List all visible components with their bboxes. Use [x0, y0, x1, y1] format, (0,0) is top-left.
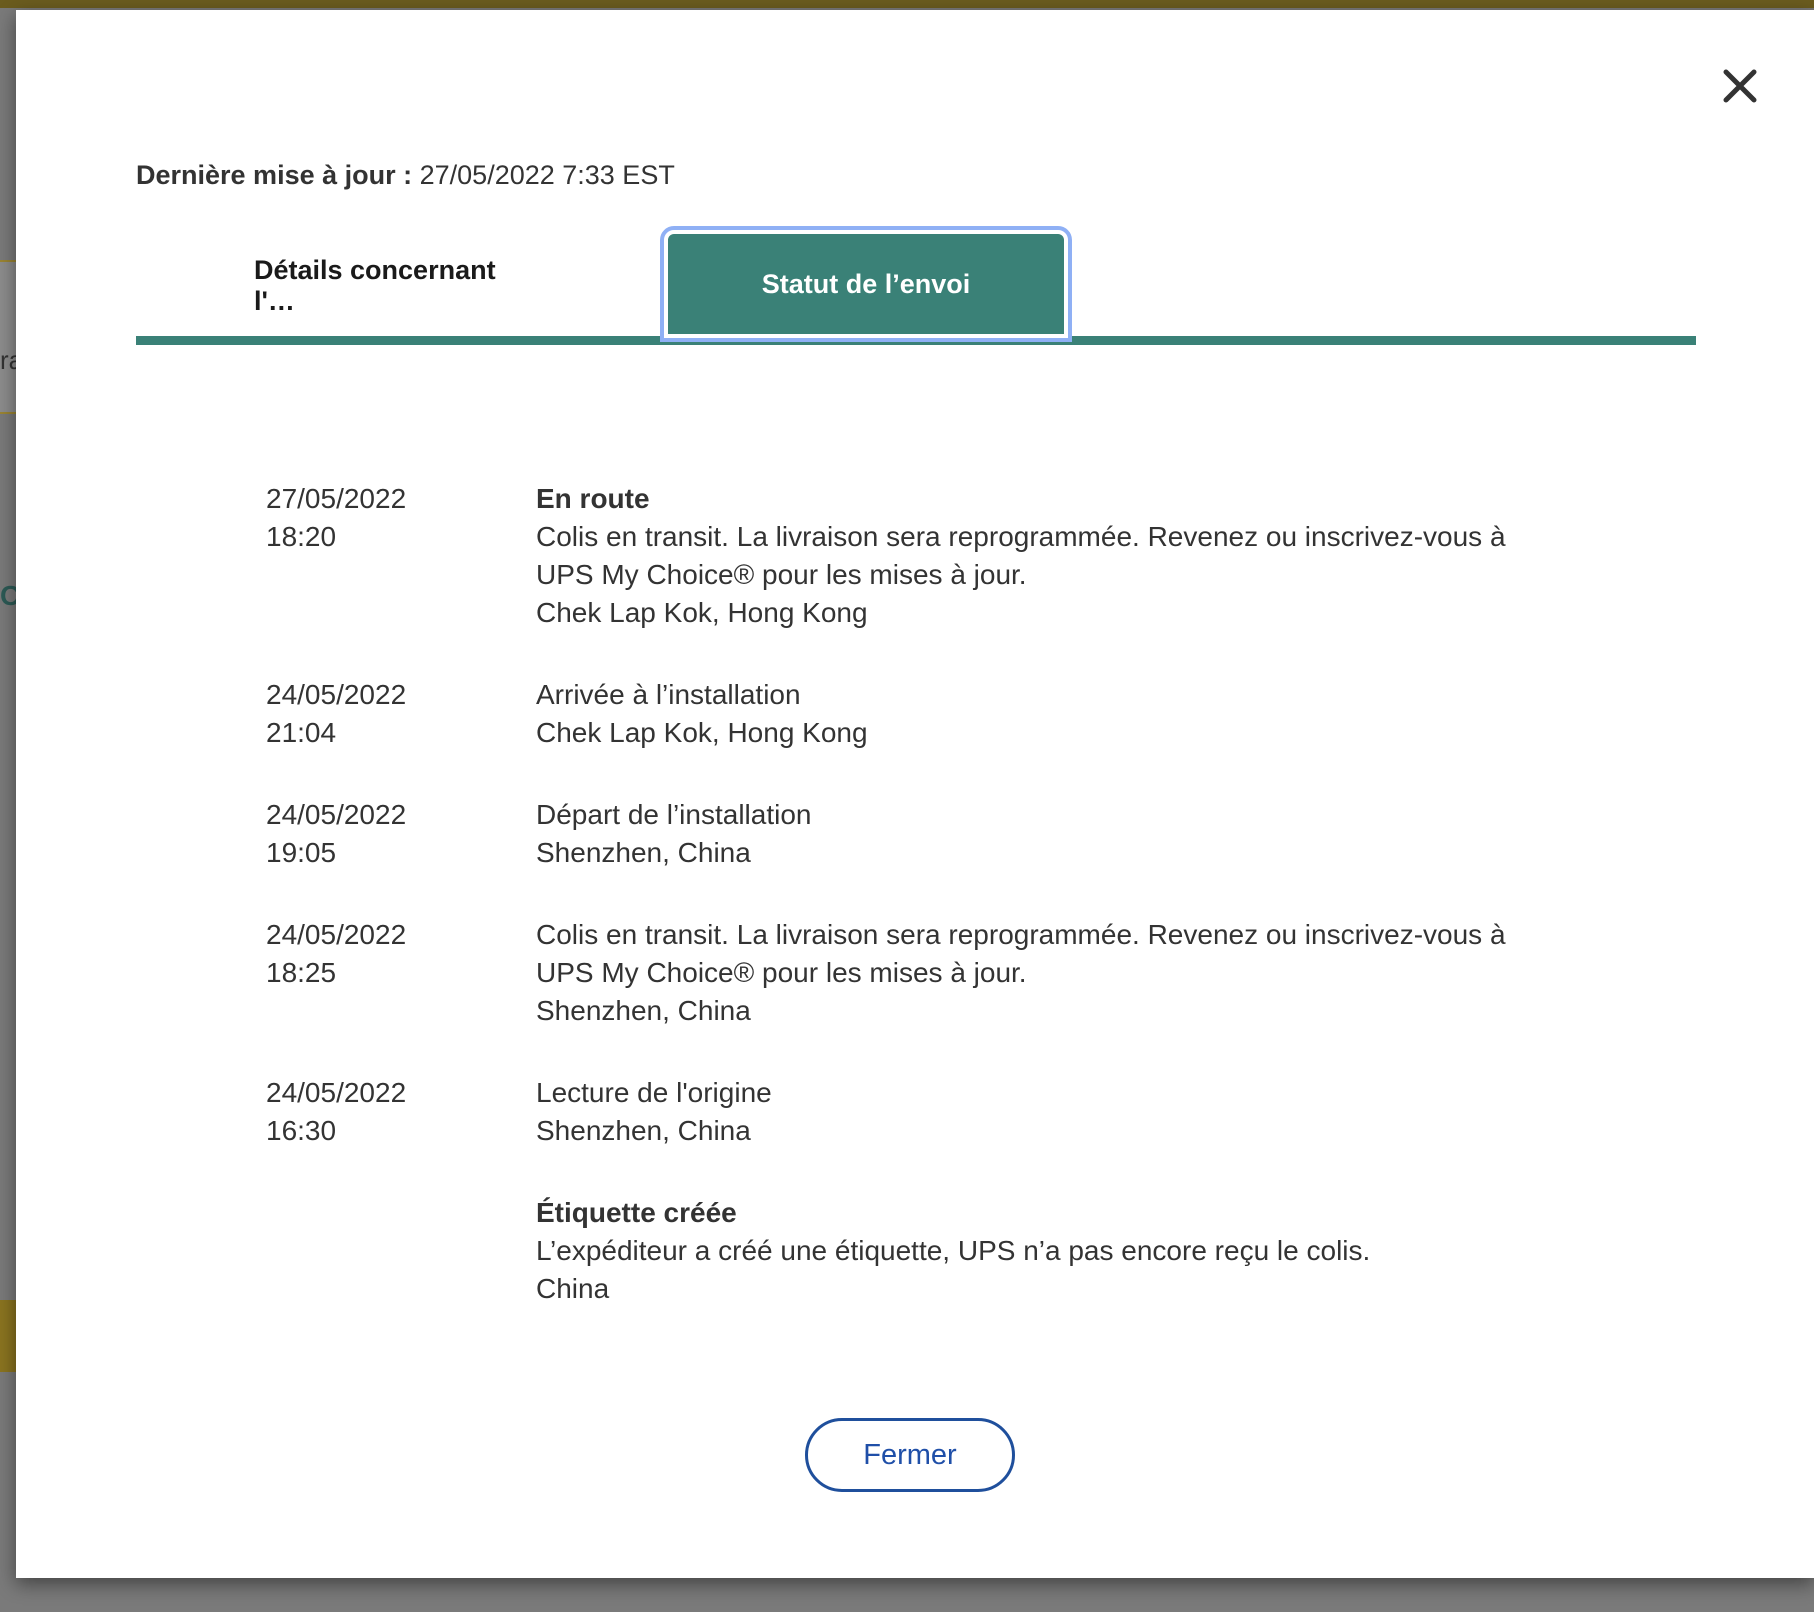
tracking-event: 27/05/2022 18:20 En route Colis en trans… — [266, 480, 1666, 632]
event-location: Shenzhen, China — [536, 995, 751, 1026]
event-details: Lecture de l'origine Shenzhen, China — [536, 1074, 1546, 1150]
tab-bar: Détails concernant l'… Statut de l’envoi — [136, 226, 1696, 348]
event-description: Départ de l’installation — [536, 799, 812, 830]
tracking-event: Étiquette créée L’expéditeur a créé une … — [266, 1194, 1666, 1308]
event-details: Étiquette créée L’expéditeur a créé une … — [536, 1194, 1546, 1308]
close-button[interactable] — [1716, 62, 1764, 110]
event-date: 27/05/2022 — [266, 483, 407, 514]
tracking-events-list: 27/05/2022 18:20 En route Colis en trans… — [266, 480, 1666, 1352]
event-location: Chek Lap Kok, Hong Kong — [536, 717, 868, 748]
last-update-value: 27/05/2022 7:33 EST — [419, 160, 675, 190]
background-header-bar — [0, 0, 1814, 8]
event-details: Départ de l’installation Shenzhen, China — [536, 796, 1546, 872]
event-date: 24/05/2022 — [266, 919, 407, 950]
event-location: China — [536, 1273, 610, 1304]
event-description: Colis en transit. La livraison sera repr… — [536, 919, 1506, 988]
event-details: Arrivée à l’installation Chek Lap Kok, H… — [536, 676, 1546, 752]
tracking-event: 24/05/2022 18:25 Colis en transit. La li… — [266, 916, 1666, 1030]
event-datetime — [266, 1194, 536, 1308]
tab-shipment-status[interactable]: Statut de l’envoi — [660, 226, 1072, 342]
event-time: 19:05 — [266, 837, 337, 868]
event-datetime: 27/05/2022 18:20 — [266, 480, 536, 632]
event-date: 24/05/2022 — [266, 799, 407, 830]
event-datetime: 24/05/2022 18:25 — [266, 916, 536, 1030]
tab-label: Détails concernant l'… — [254, 255, 496, 316]
event-datetime: 24/05/2022 21:04 — [266, 676, 536, 752]
tab-label: Statut de l’envoi — [761, 268, 971, 299]
background-panel — [0, 260, 16, 414]
event-date: 24/05/2022 — [266, 679, 407, 710]
event-time: 16:30 — [266, 1115, 337, 1146]
event-status: En route — [536, 483, 650, 514]
event-description: Arrivée à l’installation — [536, 679, 801, 710]
tracking-event: 24/05/2022 21:04 Arrivée à l’installatio… — [266, 676, 1666, 752]
background-button-edge — [0, 1300, 16, 1372]
event-details: Colis en transit. La livraison sera repr… — [536, 916, 1546, 1030]
fermer-button[interactable]: Fermer — [805, 1418, 1015, 1492]
close-icon — [1723, 69, 1757, 103]
event-description: L’expéditeur a créé une étiquette, UPS n… — [536, 1235, 1371, 1266]
background-partial-text: ra — [0, 345, 16, 375]
event-date: 24/05/2022 — [266, 1077, 407, 1108]
event-description: Lecture de l'origine — [536, 1077, 772, 1108]
event-description: Colis en transit. La livraison sera repr… — [536, 521, 1506, 590]
event-datetime: 24/05/2022 19:05 — [266, 796, 536, 872]
tracking-modal: Dernière mise à jour : 27/05/2022 7:33 E… — [16, 10, 1814, 1578]
event-location: Chek Lap Kok, Hong Kong — [536, 597, 868, 628]
event-location: Shenzhen, China — [536, 1115, 751, 1146]
event-location: Shenzhen, China — [536, 837, 751, 868]
tracking-event: 24/05/2022 19:05 Départ de l’installatio… — [266, 796, 1666, 872]
last-update: Dernière mise à jour : 27/05/2022 7:33 E… — [136, 160, 675, 191]
background-partial-heading: C — [0, 580, 16, 611]
tracking-event: 24/05/2022 16:30 Lecture de l'origine Sh… — [266, 1074, 1666, 1150]
last-update-label: Dernière mise à jour : — [136, 160, 413, 190]
event-status: Étiquette créée — [536, 1197, 737, 1228]
tab-shipment-details[interactable]: Détails concernant l'… — [254, 236, 524, 336]
event-time: 18:25 — [266, 957, 337, 988]
event-time: 21:04 — [266, 717, 337, 748]
event-datetime: 24/05/2022 16:30 — [266, 1074, 536, 1150]
event-time: 18:20 — [266, 521, 337, 552]
event-details: En route Colis en transit. La livraison … — [536, 480, 1546, 632]
